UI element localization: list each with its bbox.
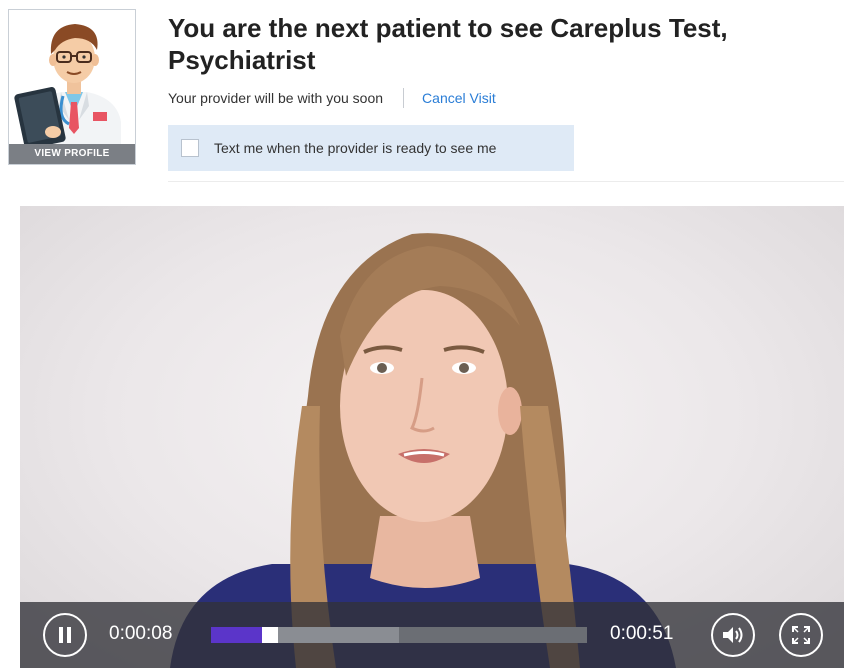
- video-player[interactable]: 0:00:08 0:00:51: [20, 206, 844, 668]
- fullscreen-button[interactable]: [779, 613, 823, 657]
- view-profile-label[interactable]: VIEW PROFILE: [9, 144, 135, 164]
- video-controls: 0:00:08 0:00:51: [20, 602, 844, 668]
- duration-time: 0:00:51: [610, 623, 674, 644]
- notify-label: Text me when the provider is ready to se…: [214, 140, 497, 156]
- page-title: You are the next patient to see Careplus…: [168, 13, 728, 75]
- volume-button[interactable]: [711, 613, 755, 657]
- provider-avatar-card[interactable]: VIEW PROFILE: [8, 9, 136, 165]
- video-frame: [170, 233, 676, 668]
- current-time: 0:00:08: [109, 623, 173, 644]
- divider: [403, 88, 405, 108]
- play-pause-button[interactable]: [43, 613, 87, 657]
- notify-checkbox[interactable]: [181, 139, 199, 157]
- progress-bar[interactable]: [211, 627, 587, 643]
- status-text: Your provider will be with you soon: [168, 90, 384, 106]
- volume-icon: [723, 627, 743, 643]
- header-divider: [168, 181, 844, 182]
- progress-handle[interactable]: [262, 627, 279, 643]
- text-notification-option[interactable]: Text me when the provider is ready to se…: [168, 125, 574, 171]
- status-row: Your provider will be with you soon Canc…: [168, 88, 496, 108]
- fullscreen-icon: [792, 626, 810, 644]
- pause-icon: [59, 627, 71, 643]
- cancel-visit-link[interactable]: Cancel Visit: [422, 90, 496, 106]
- doctor-avatar-illustration: [14, 24, 121, 164]
